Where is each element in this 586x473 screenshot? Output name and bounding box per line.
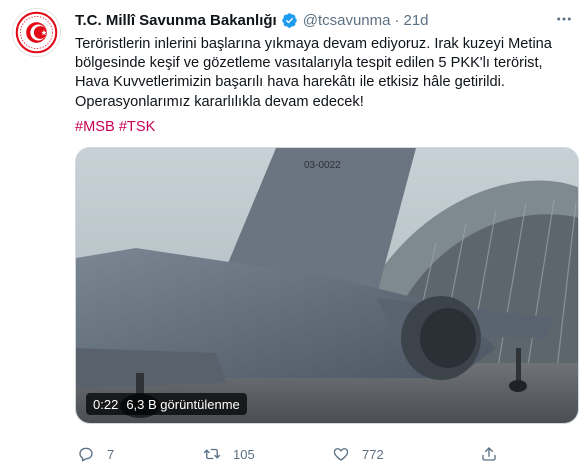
- tail-code: 03-0022: [304, 160, 341, 171]
- share-button[interactable]: [480, 444, 498, 464]
- tweet-text-line: Hava Kuvvetlerimizin başarılı hava harek…: [75, 74, 505, 91]
- share-icon: [480, 445, 498, 463]
- author-handle[interactable]: @tcsavunma: [303, 12, 391, 29]
- hashtag-link[interactable]: #TSK: [119, 119, 156, 135]
- logo-avatar: [15, 11, 58, 54]
- video-info-badge: 0:22 6,3 B görüntülenme: [86, 393, 247, 415]
- more-icon[interactable]: [553, 10, 575, 28]
- avatar[interactable]: [12, 8, 61, 57]
- video-views: 6,3 B görüntülenme: [126, 396, 240, 412]
- hashtag-link[interactable]: #MSB: [75, 119, 115, 135]
- tweet-text: Teröristlerin inlerini başlarına yıkmaya…: [75, 35, 579, 112]
- like-count: 772: [362, 446, 384, 462]
- action-bar: 7 105 772: [75, 444, 579, 464]
- reply-count: 7: [107, 446, 115, 462]
- tweet-header: T.C. Millî Savunma Bakanlığı @tcsavunma …: [75, 10, 429, 30]
- reply-icon: [77, 445, 95, 463]
- verified-badge-icon: [281, 12, 298, 29]
- tweet-text-line: Teröristlerin inlerini başlarına yıkmaya…: [75, 36, 552, 52]
- author-name[interactable]: T.C. Millî Savunma Bakanlığı: [75, 12, 277, 29]
- header-separator: ·: [394, 11, 400, 29]
- like-icon: [332, 445, 350, 463]
- retweet-count: 105: [233, 446, 255, 462]
- tweet-text-line: bölgesinde keşif ve gözetleme vasıtaları…: [75, 55, 543, 72]
- video-frame: 03-0022: [76, 148, 578, 423]
- tweet-card[interactable]: T.C. Millî Savunma Bakanlığı @tcsavunma …: [0, 0, 586, 473]
- hashtag-row: #MSB #TSK: [75, 118, 155, 137]
- tweet-text-line: Operasyonlarımız kararlılıkla devam edec…: [75, 93, 364, 110]
- like-button[interactable]: 772: [332, 444, 384, 464]
- video-player[interactable]: 03-0022 0:22 6,3 B görüntülenme: [75, 147, 579, 424]
- tweet-time[interactable]: 21d: [403, 12, 428, 29]
- retweet-button[interactable]: 105: [203, 444, 255, 464]
- reply-button[interactable]: 7: [77, 444, 114, 464]
- video-duration: 0:22: [93, 396, 119, 412]
- retweet-icon: [203, 445, 221, 463]
